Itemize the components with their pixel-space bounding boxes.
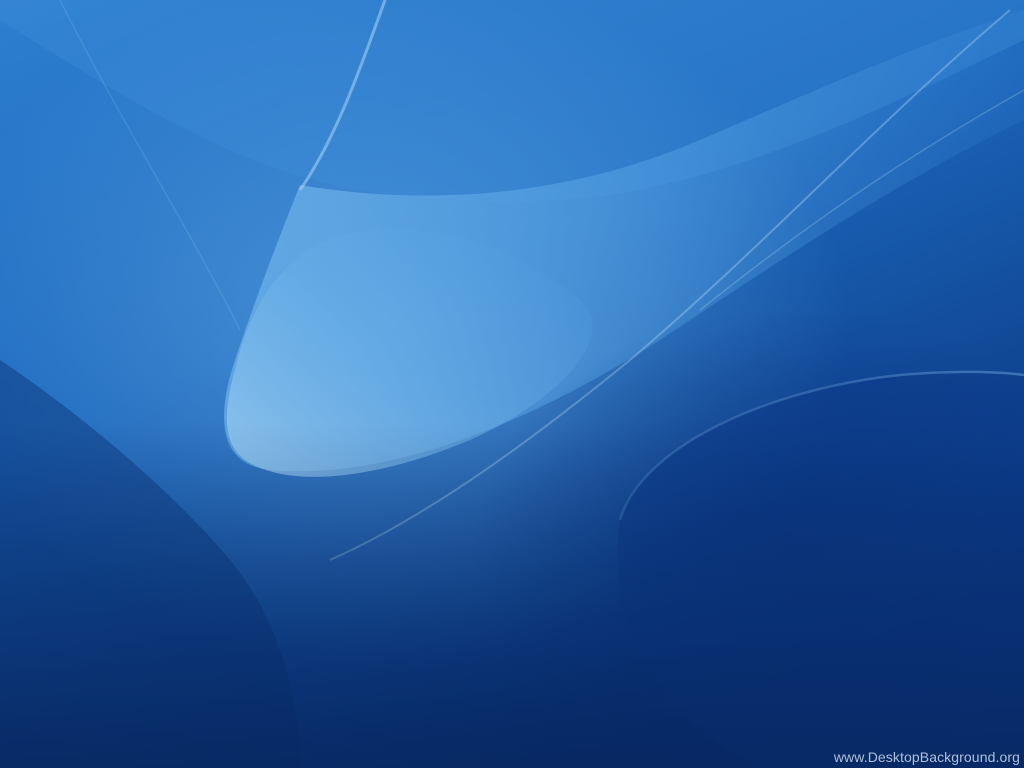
bottom-vignette xyxy=(0,0,1024,768)
desktop-wallpaper: www.DesktopBackground.org xyxy=(0,0,1024,768)
abstract-wave-artwork xyxy=(0,0,1024,768)
watermark-text: www.DesktopBackground.org xyxy=(833,749,1020,765)
